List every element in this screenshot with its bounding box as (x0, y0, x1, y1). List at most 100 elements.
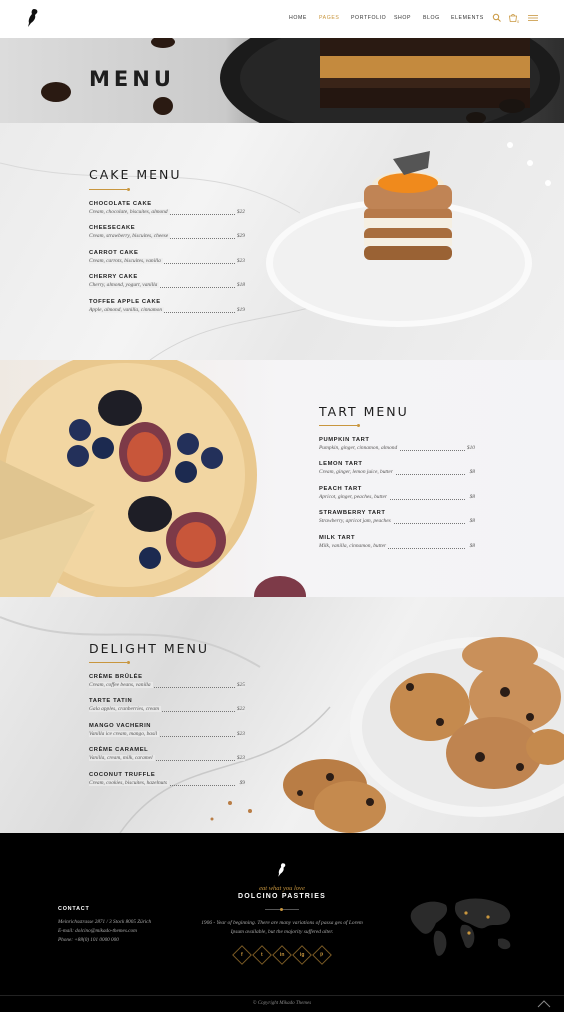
nav-blog[interactable]: BLOG (423, 15, 440, 21)
bird-logo-icon[interactable] (25, 8, 41, 28)
menu-item-desc: Cream, coffee beans, vanilla (89, 682, 153, 688)
menu-item-price: $9 (239, 779, 245, 786)
menu-item-name: CHERRY CAKE (89, 274, 138, 281)
back-to-top-icon[interactable] (537, 1000, 551, 1008)
menu-item-desc: Vanilla ice cream, mango, basil (89, 730, 160, 737)
menu-item: CHEESECAKE Cream, strawberry, biscuites,… (89, 225, 245, 249)
menu-item-desc: Milk, vanilla, cinnamon, butter (319, 542, 389, 549)
menu-item: COCONUT TRUFFLE Cream, cookies, biscuite… (89, 772, 245, 796)
cake-menu-title: CAKE MENU (89, 167, 182, 182)
menu-item: CRÈME BRÛLÉE Cream, coffee beans, vanill… (89, 674, 245, 698)
menu-item-price: $8 (469, 493, 475, 500)
instagram-icon[interactable]: ig (292, 945, 312, 965)
menu-item-name: MANGO VACHERIN (89, 722, 152, 729)
title-rule (89, 188, 130, 191)
cake-image (0, 142, 551, 360)
menu-item-name: CHEESECAKE (89, 225, 136, 232)
menu-item-desc: Cream, ginger, lemon juice, butter (319, 469, 395, 476)
menu-item-price: $8 (469, 542, 475, 549)
menu-item-name: MILK TART (319, 534, 356, 541)
menu-item: STRAWBERRY TART Strawberry, apricot jam,… (319, 510, 475, 534)
cake-menu-section: CAKE MENU CHOCOLATE CAKE Cream, chocolat… (0, 123, 564, 360)
menu-item-desc: Pumpkin, ginger, cinnamon, almond (319, 445, 400, 451)
social-links: f t in ig p (232, 945, 332, 965)
menu-item: MANGO VACHERIN Vanilla ice cream, mango,… (89, 723, 245, 747)
pinterest-icon[interactable]: p (312, 945, 332, 965)
menu-item: TOFFEE APPLE CAKE Apple, almond, vanilla… (89, 299, 245, 323)
title-rule (89, 661, 130, 664)
contact-email[interactable]: E-mail: dolcino@mikado-themes.com (58, 928, 137, 934)
menu-item-name: CHOCOLATE CAKE (89, 201, 152, 207)
menu-item-name: STRAWBERRY TART (319, 510, 386, 517)
nav-portfolio[interactable]: PORTFOLIO (351, 15, 386, 21)
menu-item: LEMON TART Cream, ginger, lemon juice, b… (319, 461, 475, 485)
menu-item-name: CRÈME BRÛLÉE (89, 674, 143, 680)
menu-item: PEACH TART Apricot, ginger, peaches, but… (319, 486, 475, 510)
menu-item-name: TOFFEE APPLE CAKE (89, 298, 161, 305)
title-rule (319, 424, 360, 427)
tart-image (0, 360, 306, 597)
nav-home[interactable]: HOME (289, 15, 307, 21)
contact-phone[interactable]: Phone: +88(0) 101 0000 000 (58, 937, 119, 943)
menu-item-desc: Cream, chocolate, biscuites, almond (89, 209, 170, 215)
delight-menu-list: CRÈME BRÛLÉE Cream, coffee beans, vanill… (89, 674, 245, 796)
nav-elements[interactable]: ELEMENTS (451, 15, 484, 21)
menu-item-desc: Apricot, ginger, peaches, butter (319, 493, 389, 500)
menu-item-name: PEACH TART (319, 485, 362, 492)
facebook-icon[interactable]: f (232, 945, 252, 965)
menu-item-price: $29 (236, 233, 245, 240)
hero-banner: MENU (0, 38, 564, 123)
menu-icon[interactable] (527, 13, 539, 23)
page-title: MENU (89, 67, 175, 91)
delight-menu-section: DELIGHT MENU CRÈME BRÛLÉE Cream, coffee … (0, 597, 564, 833)
menu-item-price: $19 (236, 306, 245, 313)
menu-item: MILK TART Milk, vanilla, cinnamon, butte… (319, 535, 475, 559)
menu-item-desc: Cherry, almond, yogurt, vanilla (89, 282, 160, 289)
copyright-text: © Copyright Mikado Themes (252, 1001, 312, 1006)
menu-item-name: CARROT CAKE (89, 249, 139, 256)
footer-rule (265, 908, 299, 911)
menu-item-desc: Cream, strawberry, biscuites, cheese (89, 233, 171, 240)
menu-item-desc: Apple, almond, vanilla, cinnamon (89, 306, 165, 313)
bird-logo-icon (278, 863, 286, 877)
menu-item-price: $23 (236, 730, 245, 737)
menu-item-price: $22 (236, 209, 245, 215)
menu-item-desc: Vanilla, cream, milk, caramel (89, 755, 155, 762)
menu-item-desc: Gala apples, cranberries, cream (89, 706, 162, 713)
menu-item-price: $25 (236, 682, 245, 688)
delight-menu-title: DELIGHT MENU (89, 641, 210, 656)
cart-count: 0 (517, 19, 520, 24)
menu-item-desc: Strawberry, apricot jam, peaches (319, 518, 393, 525)
hero-cake-image (0, 38, 564, 123)
menu-item-price: $23 (236, 257, 245, 264)
site-footer: eat what you love DOLCINO PASTRIES CONTA… (0, 833, 564, 1012)
menu-item-name: COCONUT TRUFFLE (89, 771, 156, 778)
nav-shop[interactable]: SHOP (394, 15, 411, 21)
cookies-image (0, 616, 564, 833)
menu-item: CHOCOLATE CAKE Cream, chocolate, biscuit… (89, 201, 245, 225)
linkedin-icon[interactable]: in (272, 945, 292, 965)
tart-menu-list: PUMPKIN TART Pumpkin, ginger, cinnamon, … (319, 437, 475, 559)
contact-heading: CONTACT (58, 906, 90, 912)
menu-item-price: $10 (466, 445, 475, 451)
menu-item-name: LEMON TART (319, 461, 363, 468)
footer-divider (0, 995, 564, 996)
search-icon[interactable] (492, 13, 502, 23)
footer-about-text: 1906 - Year of beginning. There are many… (201, 920, 363, 935)
menu-item: TARTE TATIN Gala apples, cranberries, cr… (89, 698, 245, 722)
menu-item-name: PUMPKIN TART (319, 437, 370, 443)
menu-item: CRÈME CARAMEL Vanilla, cream, milk, cara… (89, 747, 245, 771)
menu-item-desc: Cream, carrots, biscuites, vanilla (89, 257, 163, 264)
footer-tagline: eat what you love (259, 885, 305, 892)
menu-item-name: TARTE TATIN (89, 698, 133, 705)
site-header: HOME PAGES PORTFOLIO SHOP BLOG ELEMENTS … (0, 0, 564, 38)
menu-item-desc: Cream, cookies, biscuites, hazelnuts (89, 779, 169, 786)
contact-address: Meinrichsstrasse 2871 / 3 Stock 8005 Zür… (58, 919, 152, 925)
menu-item: PUMPKIN TART Pumpkin, ginger, cinnamon, … (319, 437, 475, 461)
twitter-icon[interactable]: t (252, 945, 272, 965)
menu-item-name: CRÈME CARAMEL (89, 747, 149, 754)
menu-item: CARROT CAKE Cream, carrots, biscuites, v… (89, 250, 245, 274)
nav-pages[interactable]: PAGES (319, 15, 340, 21)
menu-item-price: $8 (469, 518, 475, 525)
menu-item-price: $22 (236, 706, 245, 713)
